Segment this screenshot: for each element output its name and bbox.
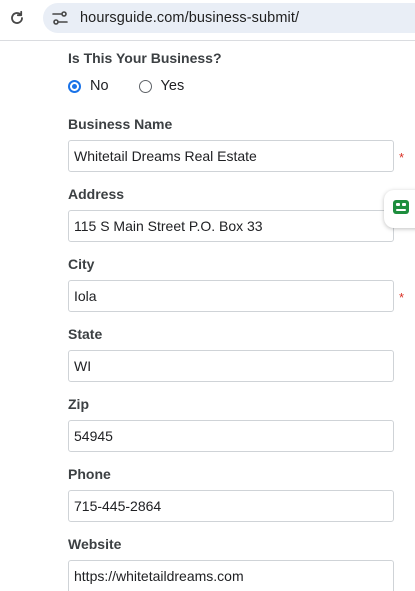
business-name-input[interactable]: Whitetail Dreams Real Estate <box>68 140 394 172</box>
address-label: Address <box>68 186 125 202</box>
city-label: City <box>68 256 95 272</box>
business-name-label: Business Name <box>68 116 173 132</box>
site-info-icon[interactable] <box>51 9 69 27</box>
radio-no-label[interactable]: No <box>90 78 109 94</box>
reload-icon[interactable] <box>7 8 27 28</box>
business-owner-radio-group: No Yes <box>68 76 184 96</box>
address-bar[interactable]: hoursguide.com/business-submit/ <box>43 3 415 33</box>
option-yes[interactable]: Yes <box>138 78 185 94</box>
phone-label: Phone <box>68 466 111 482</box>
state-input[interactable]: WI <box>68 350 394 382</box>
business-name-required-marker: * <box>399 150 405 165</box>
browser-toolbar: hoursguide.com/business-submit/ <box>0 0 415 41</box>
radio-yes[interactable] <box>138 79 152 93</box>
business-owner-question: Is This Your Business? <box>68 50 222 66</box>
state-label: State <box>68 326 103 342</box>
robot-icon <box>392 198 410 221</box>
option-no[interactable]: No <box>68 78 109 94</box>
radio-yes-label[interactable]: Yes <box>161 78 185 94</box>
address-input[interactable]: 115 S Main Street P.O. Box 33 <box>68 210 394 242</box>
zip-input[interactable]: 54945 <box>68 420 394 452</box>
city-input[interactable]: Iola <box>68 280 394 312</box>
website-input[interactable]: https://whitetaildreams.com <box>68 560 394 591</box>
zip-label: Zip <box>68 396 89 412</box>
radio-no[interactable] <box>68 79 81 93</box>
phone-input[interactable]: 715-445-2864 <box>68 490 394 522</box>
url-text[interactable]: hoursguide.com/business-submit/ <box>80 10 299 26</box>
website-label: Website <box>68 536 122 552</box>
extension-widget[interactable] <box>384 190 415 228</box>
city-required-marker: * <box>399 290 405 305</box>
